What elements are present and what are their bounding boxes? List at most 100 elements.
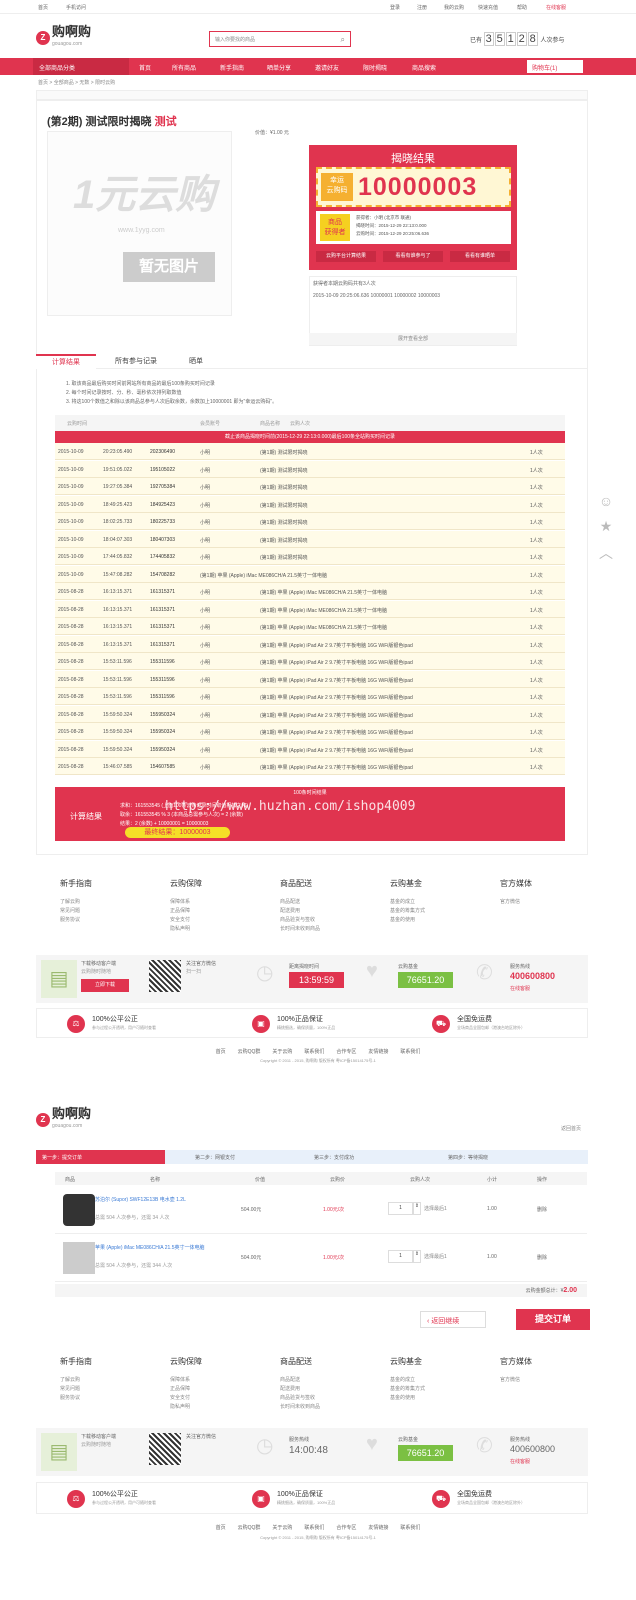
search-icon[interactable]: ⌕ — [341, 35, 345, 45]
qty-stepper-icon[interactable]: ⇕ — [413, 1250, 421, 1263]
nav-item-search[interactable]: 商品搜索 — [412, 63, 436, 72]
top-link-help[interactable]: 帮助 — [517, 4, 527, 11]
footer-link[interactable]: 正品保障 — [170, 1385, 190, 1392]
cart-qty-input[interactable]: 1 — [388, 1250, 413, 1263]
top-link-login[interactable]: 登录 — [390, 4, 400, 11]
tab-all-records[interactable]: 所有参与记录 — [96, 354, 176, 369]
footer-link[interactable]: 常见问题 — [60, 1385, 80, 1392]
record-member[interactable]: 小明 — [200, 502, 210, 509]
expand-codes-button[interactable]: 展开查看全部 — [309, 333, 517, 345]
record-product[interactable]: (第1期) 测试限时揭晓 — [260, 554, 308, 561]
top-link-service[interactable]: 在线客服 — [546, 4, 566, 11]
bottom-link[interactable]: 云购QQ群 — [238, 1525, 261, 1531]
bottom-link[interactable]: 首页 — [216, 1049, 226, 1055]
back-to-top-icon[interactable]: ︿ — [596, 543, 616, 568]
record-product[interactable]: (第1期) 苹果 (Apple) iPad Air 2 9.7英寸平板电脑 16… — [260, 712, 413, 719]
record-member[interactable]: 小明 — [200, 449, 210, 456]
footer-link[interactable]: 商品配送 — [280, 898, 300, 905]
footer-link[interactable]: 了解云购 — [60, 898, 80, 905]
bottom-link[interactable]: 云购QQ群 — [238, 1049, 261, 1055]
footer-link[interactable]: 基金的使用 — [390, 1394, 415, 1401]
cart-site-logo[interactable]: Z 购啊购 gouagou.com — [36, 1107, 91, 1132]
app-download-button[interactable]: 立即下载 — [81, 979, 129, 992]
cart-qty-input[interactable]: 1 — [388, 1202, 413, 1215]
record-member[interactable]: 小明 — [200, 624, 210, 631]
bottom-link[interactable]: 联系我们 — [304, 1049, 324, 1055]
record-product[interactable]: (第1期) 苹果 (Apple) iPad Air 2 9.7英寸平板电脑 16… — [260, 642, 413, 649]
record-member[interactable]: 小明 — [200, 694, 210, 701]
footer-link[interactable]: 配送费用 — [280, 907, 300, 914]
qty-stepper-icon[interactable]: ⇕ — [413, 1202, 421, 1215]
bottom-link[interactable]: 关于云购 — [272, 1049, 292, 1055]
footer-link[interactable]: 长时间未收到商品 — [280, 925, 320, 932]
bottom-link[interactable]: 联系我们 — [400, 1525, 420, 1531]
nav-item-invite[interactable]: 邀请好友 — [315, 63, 339, 72]
record-product[interactable]: (第1期) 苹果 (Apple) iPad Air 2 9.7英寸平板电脑 16… — [260, 729, 413, 736]
bottom-link[interactable]: 联系我们 — [400, 1049, 420, 1055]
footer-link[interactable]: 商品配送 — [280, 1376, 300, 1383]
cart-item-name[interactable]: 苏泊尔 (Supor) SWF12E13B 电水壶 1.2L — [95, 1196, 215, 1203]
online-service-link[interactable]: 在线客服 — [510, 1458, 530, 1465]
record-member[interactable]: 小明 — [200, 677, 210, 684]
submit-order-button[interactable]: 提交订单 — [516, 1309, 590, 1330]
top-link-my[interactable]: 我的云购 — [444, 4, 464, 11]
select-last-link[interactable]: 选择最后1 — [424, 1205, 447, 1212]
record-member[interactable]: 小明 — [200, 484, 210, 491]
footer-link[interactable]: 安全支付 — [170, 916, 190, 923]
record-member[interactable]: 小明 — [200, 642, 210, 649]
record-product[interactable]: (第1期) 测试限时揭晓 — [260, 484, 308, 491]
footer-link[interactable]: 正品保障 — [170, 907, 190, 914]
record-member[interactable]: 小明 — [200, 467, 210, 474]
tab-calc-result[interactable]: 计算结果 — [36, 354, 96, 369]
record-member[interactable]: 小明 — [200, 519, 210, 526]
select-last-link[interactable]: 选择最后1 — [424, 1253, 447, 1260]
record-product[interactable]: (第1期) 苹果 (Apple) iPad Air 2 9.7英寸平板电脑 16… — [260, 764, 413, 771]
bottom-link[interactable]: 联系我们 — [304, 1525, 324, 1531]
online-service-link[interactable]: 在线客服 — [510, 985, 530, 992]
nav-item-home[interactable]: 首页 — [139, 63, 151, 72]
back-continue-button[interactable]: ‹ 返回继续 — [420, 1311, 486, 1328]
site-logo[interactable]: Z 购啊购 gouagou.com — [36, 25, 91, 50]
footer-link[interactable]: 服务协议 — [60, 1394, 80, 1401]
record-product[interactable]: (第1期) 苹果 (Apple) iMac ME086CH/A 21.5英寸一体… — [260, 624, 387, 631]
nav-item-all[interactable]: 所有商品 — [172, 63, 196, 72]
record-member[interactable]: 小明 — [200, 764, 210, 771]
record-product[interactable]: (第1期) 苹果 (Apple) iPad Air 2 9.7英寸平板电脑 16… — [260, 677, 413, 684]
bottom-link[interactable]: 友情链接 — [368, 1525, 388, 1531]
footer-link[interactable]: 保障体系 — [170, 1376, 190, 1383]
search-input[interactable]: 输入你要找的商品 ⌕ — [209, 31, 351, 47]
record-product[interactable]: (第1期) 测试限时揭晓 — [260, 467, 308, 474]
record-product[interactable]: (第1期) 苹果 (Apple) iPad Air 2 9.7英寸平板电脑 16… — [260, 747, 413, 754]
footer-link[interactable]: 商品验货与签收 — [280, 916, 315, 923]
footer-link[interactable]: 长时间未收到商品 — [280, 1403, 320, 1410]
bottom-link[interactable]: 合作专区 — [336, 1049, 356, 1055]
footer-link[interactable]: 基金的筹集方式 — [390, 1385, 425, 1392]
nav-item-guide[interactable]: 新手指南 — [220, 63, 244, 72]
footer-link[interactable]: 保障体系 — [170, 898, 190, 905]
footer-link[interactable]: 基金的筹集方式 — [390, 907, 425, 914]
footer-link[interactable]: 基金的成立 — [390, 898, 415, 905]
who-shared-button[interactable]: 看看有谁晒单 — [450, 251, 510, 262]
cart-item-delete[interactable]: 删除 — [537, 1206, 547, 1213]
record-member[interactable]: 小明 — [200, 589, 210, 596]
chat-icon[interactable]: ☺ — [596, 493, 616, 518]
top-link-home[interactable]: 首页 — [38, 4, 48, 11]
record-member[interactable]: 小明 — [200, 712, 210, 719]
favorite-icon[interactable]: ★ — [596, 518, 616, 543]
footer-link[interactable]: 配送费用 — [280, 1385, 300, 1392]
record-product[interactable]: (第1期) 苹果 (Apple) iPad Air 2 9.7英寸平板电脑 16… — [260, 694, 413, 701]
cart-item-image[interactable] — [63, 1194, 95, 1226]
record-member[interactable]: 小明 — [200, 659, 210, 666]
cart-item-name[interactable]: 苹果 (Apple) iMac ME086CH/A 21.5英寸一体电脑 — [95, 1244, 215, 1251]
nav-item-share[interactable]: 晒单分享 — [267, 63, 291, 72]
footer-link[interactable]: 官方微信 — [500, 898, 520, 905]
who-joined-button[interactable]: 看看有谁参与了 — [383, 251, 443, 262]
footer-link[interactable]: 官方微信 — [500, 1376, 520, 1383]
tab-share[interactable]: 晒单 — [176, 354, 216, 369]
record-product[interactable]: (第1期) 测试限时揭晓 — [260, 502, 308, 509]
bottom-link[interactable]: 合作专区 — [336, 1525, 356, 1531]
footer-link[interactable]: 基金的成立 — [390, 1376, 415, 1383]
bottom-link[interactable]: 友情链接 — [368, 1049, 388, 1055]
footer-link[interactable]: 服务协议 — [60, 916, 80, 923]
bottom-link[interactable]: 关于云购 — [272, 1525, 292, 1531]
